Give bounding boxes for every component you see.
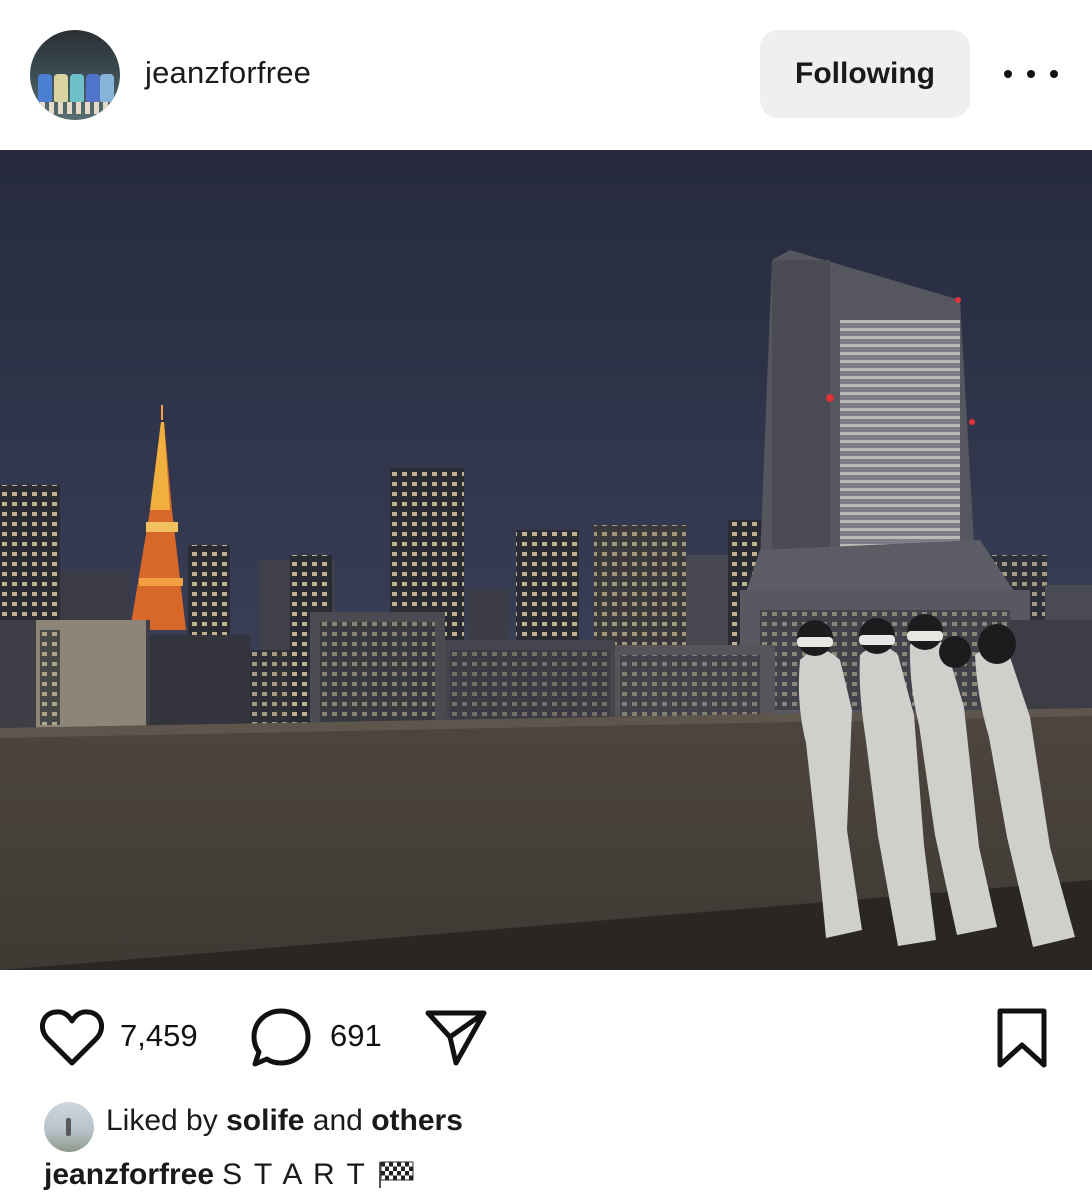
liker-avatar[interactable] xyxy=(44,1102,94,1152)
following-button[interactable]: Following xyxy=(760,30,970,118)
liker-username[interactable]: solife xyxy=(226,1104,304,1137)
caption-text: S T A R T xyxy=(222,1158,367,1191)
post-image[interactable] xyxy=(0,150,1092,970)
post-caption: jeanzforfree S T A R T xyxy=(44,1158,415,1192)
comment-bubble-icon[interactable] xyxy=(250,1007,312,1069)
liked-by-connector: and xyxy=(312,1104,363,1137)
post-header: jeanzforfree Following xyxy=(0,0,1092,150)
liked-by-text[interactable]: Liked by solife and others xyxy=(106,1104,463,1138)
caption-username[interactable]: jeanzforfree xyxy=(44,1158,214,1191)
comment-count[interactable]: 691 xyxy=(330,1018,382,1054)
paper-plane-icon[interactable] xyxy=(424,1007,488,1069)
heart-icon[interactable] xyxy=(40,1007,104,1067)
liked-by-others[interactable]: others xyxy=(371,1104,463,1137)
liked-by-row: Liked by solife and others xyxy=(44,1100,944,1152)
profile-avatar[interactable] xyxy=(30,30,120,120)
bookmark-icon[interactable] xyxy=(994,1007,1050,1069)
like-count[interactable]: 7,459 xyxy=(120,1018,198,1054)
checkered-flag-icon xyxy=(378,1161,414,1188)
more-horizontal-icon[interactable] xyxy=(1004,60,1058,88)
liked-by-prefix: Liked by xyxy=(106,1104,218,1137)
post-username[interactable]: jeanzforfree xyxy=(145,55,311,91)
